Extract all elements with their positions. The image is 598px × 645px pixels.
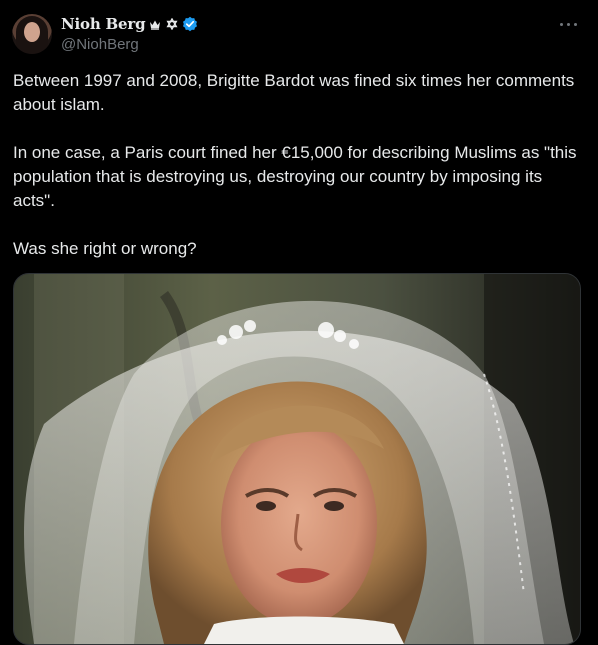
tweet: Nioh Berg @NiohBerg Between 1997 and 200… (0, 0, 598, 645)
crown-icon (148, 17, 162, 31)
tweet-text: Between 1997 and 2008, Brigitte Bardot w… (13, 69, 583, 261)
author-display-name[interactable]: Nioh Berg (61, 15, 146, 33)
verified-icon[interactable] (182, 16, 198, 32)
star-of-david-icon (165, 17, 179, 31)
tweet-paragraph-1: Between 1997 and 2008, Brigitte Bardot w… (13, 71, 575, 114)
author-handle[interactable]: @NiohBerg (61, 36, 139, 53)
tweet-paragraph-3: Was she right or wrong? (13, 239, 197, 258)
avatar[interactable] (12, 14, 52, 54)
avatar-face (24, 22, 40, 42)
more-options-icon[interactable] (558, 14, 580, 34)
author-name-row: Nioh Berg (61, 15, 198, 33)
photo-icon (14, 274, 580, 644)
tweet-photo[interactable] (13, 273, 581, 645)
tweet-paragraph-2: In one case, a Paris court fined her €15… (13, 143, 577, 210)
